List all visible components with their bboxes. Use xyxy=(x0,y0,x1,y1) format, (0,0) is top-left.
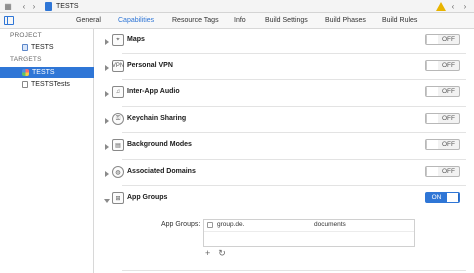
capability-label: App Groups xyxy=(127,194,168,201)
project-icon xyxy=(22,44,28,51)
toggle-knob xyxy=(426,87,438,96)
disclosure-triangle-icon[interactable] xyxy=(105,39,109,45)
capability-row-app-groups: ⊞ App Groups ON xyxy=(95,189,474,215)
app-groups-list: group.de. documents xyxy=(203,219,415,247)
toggle-knob xyxy=(426,61,438,70)
audio-icon: ♫ xyxy=(112,86,124,98)
tab-info[interactable]: Info xyxy=(234,15,246,27)
toggle-knob xyxy=(426,35,438,44)
sidebar-item-target-app[interactable]: TESTS xyxy=(0,67,94,78)
capability-toggle[interactable]: ON xyxy=(425,192,460,203)
back-icon[interactable]: ‹ xyxy=(448,2,458,12)
toggle-state: OFF xyxy=(442,115,455,122)
toggle-state: OFF xyxy=(442,62,455,69)
background-modes-icon: ▤ xyxy=(112,139,124,151)
forward-icon[interactable]: › xyxy=(460,2,470,12)
targets-section-header: TARGETS xyxy=(10,56,42,63)
app-group-identifier-suffix: documents xyxy=(314,221,346,228)
back-icon[interactable]: ‹ xyxy=(19,1,29,11)
sidebar-item-label: TESTSTests xyxy=(31,81,70,88)
sidebar-item-project[interactable]: TESTS xyxy=(0,42,94,53)
disclosure-triangle-icon[interactable] xyxy=(105,118,109,124)
row-divider xyxy=(122,106,466,107)
capability-toggle[interactable]: OFF xyxy=(425,60,460,71)
vpn-icon: VPN xyxy=(112,60,124,72)
globe-icon: ◍ xyxy=(112,166,124,178)
sidebar-toggle-icon[interactable] xyxy=(4,16,14,25)
disclosure-triangle-icon[interactable] xyxy=(105,91,109,97)
toggle-state: OFF xyxy=(442,36,455,43)
row-divider xyxy=(122,132,466,133)
toggle-knob xyxy=(426,167,438,176)
forward-icon[interactable]: › xyxy=(29,1,39,11)
capability-toggle[interactable]: OFF xyxy=(425,166,460,177)
breadcrumb[interactable]: TESTS xyxy=(56,3,79,10)
app-groups-toolbar: + ↻ xyxy=(205,248,226,259)
project-sidebar: PROJECT TESTS TARGETS TESTS TESTSTests xyxy=(0,29,94,273)
disclosure-triangle-icon[interactable] xyxy=(105,65,109,71)
disclosure-triangle-icon[interactable] xyxy=(105,171,109,177)
jump-bar: ▦ ‹ › TESTS ‹ › xyxy=(0,0,474,13)
capability-label: Maps xyxy=(127,36,145,43)
toggle-state: OFF xyxy=(442,141,455,148)
row-divider xyxy=(122,53,466,54)
capability-label: Personal VPN xyxy=(127,62,173,69)
toggle-knob xyxy=(426,140,438,149)
app-group-checkbox[interactable] xyxy=(207,222,213,228)
toggle-state: OFF xyxy=(442,168,455,175)
project-section-header: PROJECT xyxy=(10,32,42,39)
toggle-state: ON xyxy=(431,194,442,201)
tab-general[interactable]: General xyxy=(76,15,101,27)
toggle-state: OFF xyxy=(442,88,455,95)
capability-label: Keychain Sharing xyxy=(127,115,187,122)
app-group-identifier: group.de. xyxy=(217,221,245,228)
grid-icon[interactable]: ▦ xyxy=(3,1,13,11)
toggle-knob xyxy=(447,193,459,202)
refresh-icon[interactable]: ↻ xyxy=(218,248,226,259)
project-file-icon xyxy=(45,1,52,11)
sidebar-item-label: TESTS xyxy=(31,44,54,51)
capability-toggle[interactable]: OFF xyxy=(425,86,460,97)
row-divider xyxy=(122,79,466,80)
tab-build-phases[interactable]: Build Phases xyxy=(325,15,366,27)
jump-bar-right: ‹ › xyxy=(436,0,470,13)
capability-label: Inter-App Audio xyxy=(127,88,180,95)
toggle-knob xyxy=(426,114,438,123)
capability-toggle[interactable]: OFF xyxy=(425,139,460,150)
key-icon: ⚿ xyxy=(112,113,124,125)
row-divider xyxy=(122,159,466,160)
warning-icon[interactable] xyxy=(436,2,446,11)
capability-label: Background Modes xyxy=(127,141,192,148)
app-groups-label: App Groups: xyxy=(161,221,201,228)
disclosure-triangle-icon[interactable] xyxy=(104,199,110,203)
capabilities-pane: ⌖ Maps OFF VPN Personal VPN OFF ♫ Inter-… xyxy=(95,29,474,273)
sidebar-item-target-tests[interactable]: TESTSTests xyxy=(0,79,94,90)
add-icon[interactable]: + xyxy=(205,248,210,259)
test-target-icon xyxy=(22,81,28,88)
tab-build-settings[interactable]: Build Settings xyxy=(265,15,308,27)
disclosure-triangle-icon[interactable] xyxy=(105,144,109,150)
app-target-icon xyxy=(22,69,29,76)
maps-icon: ⌖ xyxy=(112,34,124,46)
sidebar-item-label: TESTS xyxy=(32,69,55,76)
row-divider xyxy=(122,185,466,186)
capability-toggle[interactable]: OFF xyxy=(425,34,460,45)
capability-toggle[interactable]: OFF xyxy=(425,113,460,124)
tab-capabilities[interactable]: Capabilities xyxy=(118,15,154,27)
capability-label: Associated Domains xyxy=(127,168,196,175)
list-row-divider xyxy=(204,231,414,232)
editor-tab-bar: General Capabilities Resource Tags Info … xyxy=(0,13,474,29)
app-groups-icon: ⊞ xyxy=(112,192,124,204)
tab-resource-tags[interactable]: Resource Tags xyxy=(172,15,219,27)
row-divider xyxy=(122,270,466,271)
tab-build-rules[interactable]: Build Rules xyxy=(382,15,417,27)
